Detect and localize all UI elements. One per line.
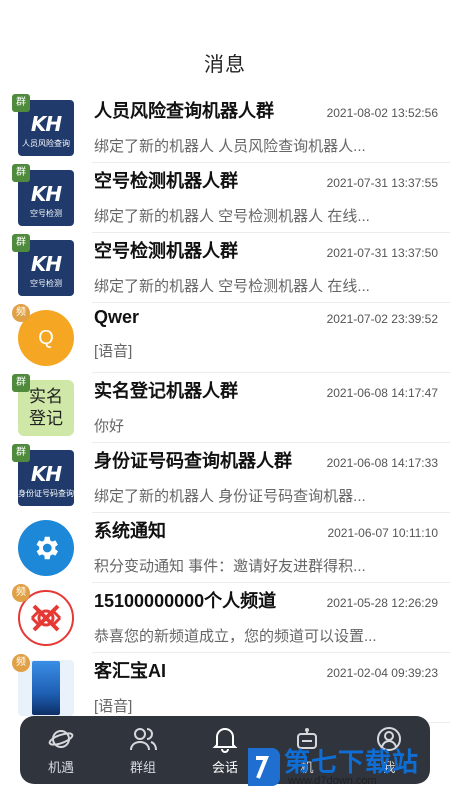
planet-icon: [47, 725, 75, 753]
conversation-time: 2021-02-04 09:39:23: [326, 666, 438, 680]
avatar: KH 空号检测 群: [12, 164, 74, 226]
conversation-item[interactable]: Q 频 Qwer 2021-07-02 23:39:52 [语音]: [0, 303, 450, 373]
conversation-name: 身份证号码查询机器人群: [94, 451, 292, 471]
avatar: KH 身份证号码查询 群: [12, 444, 74, 506]
conversation-name: 空号检测机器人群: [94, 171, 238, 191]
channel-badge: 频: [12, 654, 30, 672]
conversation-name: 实名登记机器人群: [94, 381, 238, 401]
settings-avatar: [18, 520, 74, 576]
conversation-item[interactable]: KH 身份证号码查询 群 身份证号码查询机器人群 2021-06-08 14:1…: [0, 443, 450, 513]
conversation-name: 15100000000个人频道: [94, 591, 277, 611]
tab-groups[interactable]: 群组: [102, 716, 184, 784]
tab-label: 会话: [211, 759, 238, 775]
conversation-item[interactable]: KH 空号检测 群 空号检测机器人群 2021-07-31 13:37:55 绑…: [0, 163, 450, 233]
gear-icon: [36, 536, 59, 560]
kh-logo-text: KH: [30, 251, 62, 276]
conversation-preview: 绑定了新的机器人 人员风险查询机器人...: [94, 138, 366, 155]
status-bar: [0, 0, 450, 38]
conversation-item[interactable]: KH 人员风险查询 群 人员风险查询机器人群 2021-08-02 13:52:…: [0, 93, 450, 163]
avatar-text-line: 实名: [29, 387, 63, 407]
conversation-preview: [语音]: [94, 343, 133, 360]
avatar-caption: 空号检测: [30, 208, 62, 218]
tab-label: 群组: [129, 759, 156, 775]
avatar-caption: 身份证号码查询: [18, 488, 74, 498]
avatar: KH 空号检测 群: [12, 234, 74, 296]
group-badge: 群: [12, 164, 30, 182]
kh-logo-text: KH: [30, 461, 62, 486]
conversation-item[interactable]: 系统通知 2021-06-07 10:11:10 积分变动通知 事件：邀请好友进…: [0, 513, 450, 583]
watermark-title: 第七下载站: [284, 747, 420, 777]
conversation-item[interactable]: KH 空号检测 群 空号检测机器人群 2021-07-31 13:37:50 绑…: [0, 233, 450, 303]
conversation-item[interactable]: 实名 登记 群 实名登记机器人群 2021-06-08 14:17:47 你好: [0, 373, 450, 443]
conversation-list[interactable]: KH 人员风险查询 群 人员风险查询机器人群 2021-08-02 13:52:…: [0, 93, 450, 723]
avatar: 频: [12, 584, 74, 646]
conversation-item[interactable]: 频 15100000000个人频道 2021-05-28 12:26:29 恭喜…: [0, 583, 450, 653]
conversation-time: 2021-06-07 10:11:10: [327, 526, 438, 540]
conversation-name: 空号检测机器人群: [94, 241, 238, 261]
group-badge: 群: [12, 94, 30, 112]
channel-badge: 频: [12, 584, 30, 602]
tab-jiyu[interactable]: 机遇: [20, 716, 102, 784]
group-badge: 群: [12, 234, 30, 252]
avatar: 频: [12, 654, 74, 716]
conversation-time: 2021-05-28 12:26:29: [326, 596, 438, 610]
avatar-caption: 人员风险查询: [22, 138, 70, 148]
conversation-item[interactable]: 频 客汇宝AI 2021-02-04 09:39:23 [语音]: [0, 653, 450, 723]
conversation-time: 2021-08-02 13:52:56: [326, 106, 438, 120]
avatar: 实名 登记 群: [12, 374, 74, 436]
tab-label: 机遇: [47, 759, 74, 775]
knot-logo-icon: [30, 604, 62, 632]
group-badge: 群: [12, 374, 30, 392]
watermark-logo-icon: [248, 748, 280, 786]
watermark-url: www.d7down.com: [288, 775, 377, 787]
avatar: Q 频: [12, 304, 74, 366]
conversation-preview: 你好: [94, 418, 125, 435]
avatar-text-line: 登记: [29, 409, 63, 429]
channel-badge: 频: [12, 304, 30, 322]
avatar-caption: 空号检测: [30, 278, 62, 288]
conversation-name: Qwer: [94, 307, 140, 327]
site-watermark: 第七下载站 www.d7down.com: [244, 742, 444, 794]
conversation-preview: 绑定了新的机器人 身份证号码查询机器...: [94, 488, 366, 505]
kh-logo-text: KH: [30, 181, 62, 206]
avatar: [18, 520, 74, 576]
page-title: 消息: [204, 53, 246, 76]
conversation-preview: [语音]: [94, 698, 133, 715]
conversation-time: 2021-07-31 13:37:55: [326, 176, 438, 190]
conversation-preview: 绑定了新的机器人 空号检测机器人 在线...: [94, 278, 370, 295]
kh-logo-text: KH: [30, 111, 62, 136]
conversation-preview: 绑定了新的机器人 空号检测机器人 在线...: [94, 208, 370, 225]
conversation-name: 人员风险查询机器人群: [94, 101, 274, 121]
conversation-name: 客汇宝AI: [94, 661, 166, 681]
group-badge: 群: [12, 444, 30, 462]
page-header: 消息: [0, 38, 450, 86]
conversation-name: 系统通知: [94, 521, 166, 541]
people-icon: [129, 725, 157, 753]
avatar: KH 人员风险查询 群: [12, 94, 74, 156]
conversation-time: 2021-07-02 23:39:52: [326, 312, 438, 326]
conversation-time: 2021-06-08 14:17:33: [326, 456, 438, 470]
conversation-preview: 恭喜您的新频道成立，您的频道可以设置...: [94, 628, 377, 645]
bell-icon: [211, 725, 239, 753]
product-image: [32, 661, 60, 715]
conversation-preview: 积分变动通知 事件：邀请好友进群得积...: [94, 558, 366, 575]
conversation-time: 2021-06-08 14:17:47: [326, 386, 438, 400]
conversation-time: 2021-07-31 13:37:50: [326, 246, 438, 260]
